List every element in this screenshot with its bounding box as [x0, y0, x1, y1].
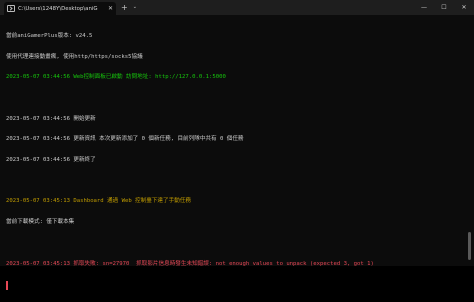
close-window-button[interactable]: ✕: [454, 0, 474, 15]
terminal-line: 使用代理連接動畫瘋, 使用http/https/socks5協議: [6, 53, 143, 60]
tab-title: C:\Users\1248Y\Desktop\aniG: [18, 5, 98, 12]
terminal-line: 2023-05-07 03:44:56 開始更新: [6, 115, 96, 122]
window-controls: — ☐ ✕: [414, 0, 474, 15]
close-tab-icon[interactable]: ✕: [108, 5, 113, 12]
terminal-line: 當前aniGamerPlus版本: v24.5: [6, 32, 93, 39]
terminal-line: 2023-05-07 03:45:13 Dashboard 通過 Web 控制臺…: [6, 198, 191, 205]
terminal-line: 2023-05-07 03:44:56 更新資訊 本次更新添加了 0 個新任務,…: [6, 136, 244, 143]
terminal-window: C:\Users\1248Y\Desktop\aniG ✕ + ⌄ — ☐ ✕ …: [0, 0, 474, 291]
terminal-line: 當前下載模式: 僅下載本集: [6, 219, 75, 226]
terminal-line: [6, 281, 464, 291]
terminal-icon: [7, 5, 15, 12]
terminal-line: 2023-05-07 03:45:13 抓取失敗: sn=27970 抓取影片信…: [6, 260, 374, 267]
scrollbar[interactable]: [468, 232, 471, 260]
terminal-output[interactable]: 當前aniGamerPlus版本: v24.5 使用代理連接動畫瘋, 使用htt…: [6, 19, 464, 291]
title-bar: C:\Users\1248Y\Desktop\aniG ✕ + ⌄ — ☐ ✕: [0, 0, 474, 15]
text-cursor: [6, 281, 8, 291]
maximize-button[interactable]: ☐: [434, 0, 454, 15]
new-tab-button[interactable]: +: [121, 0, 128, 15]
chevron-down-icon[interactable]: ⌄: [133, 0, 137, 15]
terminal-line: 2023-05-07 03:44:56 Web控制面板已啟動 訪問地址: htt…: [6, 74, 226, 81]
terminal-tab[interactable]: C:\Users\1248Y\Desktop\aniG ✕: [4, 2, 116, 15]
minimize-button[interactable]: —: [414, 0, 434, 15]
terminal-line: 2023-05-07 03:44:56 更新終了: [6, 157, 96, 164]
